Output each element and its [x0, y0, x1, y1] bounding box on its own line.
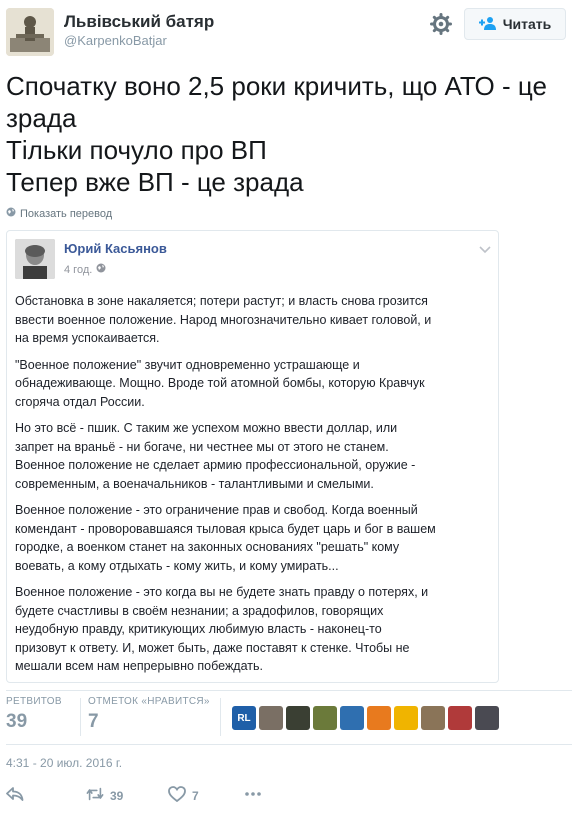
more-button[interactable]	[244, 786, 262, 805]
more-icon	[244, 786, 262, 805]
follow-button[interactable]: Читать	[464, 8, 566, 40]
post-paragraph: Военное положение - это когда вы не буде…	[15, 585, 429, 673]
divider	[6, 744, 572, 745]
globe-icon	[6, 207, 16, 220]
author-handle[interactable]: @KarpenkoBatjar	[64, 33, 167, 48]
stat-separator	[220, 698, 221, 736]
tweet-actions: 39 7	[6, 784, 306, 808]
liker-avatar[interactable]	[394, 706, 418, 730]
reply-icon	[6, 786, 24, 805]
translate-link[interactable]: Показать перевод	[6, 207, 112, 220]
retweets-label: РЕТВИТОВ	[6, 696, 62, 707]
liker-avatars: RL	[232, 706, 499, 730]
tweet-timestamp[interactable]: 4:31 - 20 июл. 2016 г.	[6, 756, 122, 770]
heart-icon	[168, 786, 186, 805]
public-globe-icon	[96, 263, 106, 276]
liker-avatar[interactable]	[259, 706, 283, 730]
likes-stat[interactable]: ОТМЕТОК «НРАВИТСЯ» 7	[88, 696, 210, 733]
liker-avatar[interactable]	[313, 706, 337, 730]
add-user-icon	[478, 16, 497, 33]
tweet-stats: РЕТВИТОВ 39 ОТМЕТОК «НРАВИТСЯ» 7 RL	[6, 696, 572, 740]
tweet-line: зрада	[6, 103, 77, 133]
liker-avatar[interactable]	[367, 706, 391, 730]
post-paragraph: Но это всё - пшик. С таким же успехом мо…	[15, 421, 416, 491]
liker-avatar[interactable]	[286, 706, 310, 730]
liker-avatar[interactable]	[340, 706, 364, 730]
reply-button[interactable]	[6, 786, 24, 805]
author-name[interactable]: Львівський батяр	[64, 12, 214, 32]
follow-label: Читать	[502, 16, 552, 32]
retweet-icon	[86, 786, 104, 805]
translate-label: Показать перевод	[20, 207, 113, 220]
tweet-text: Спочатку воно 2,5 роки кричить, що АТО -…	[6, 70, 572, 198]
retweet-button[interactable]: 39	[86, 786, 123, 805]
like-count: 7	[192, 788, 199, 803]
embedded-post-time: 4 год.	[64, 263, 106, 276]
retweets-stat[interactable]: РЕТВИТОВ 39	[6, 696, 62, 733]
post-paragraph: Военное положение - это ограничение прав…	[15, 503, 436, 573]
post-paragraph: Обстановка в зоне накаляется; потери рас…	[15, 294, 432, 345]
tweet-header: Львівський батяр @KarpenkoBatjar Читать	[0, 0, 578, 60]
liker-avatar[interactable]	[448, 706, 472, 730]
chevron-down-icon[interactable]	[479, 241, 491, 254]
liker-avatar[interactable]: RL	[232, 706, 256, 730]
retweet-count: 39	[110, 788, 124, 803]
embedded-author-avatar[interactable]	[15, 239, 55, 279]
post-paragraph: "Военное положение" звучит одновременно …	[15, 357, 425, 409]
tweet-line: Тепер вже ВП - це зрада	[6, 167, 304, 197]
liker-avatar[interactable]	[421, 706, 445, 730]
tweet-line: Спочатку воно 2,5 роки кричить, що АТО -…	[6, 71, 547, 101]
embedded-post-body: Обстановка в зоне накаляется; потери рас…	[15, 292, 491, 684]
liker-avatar[interactable]	[475, 706, 499, 730]
stat-separator	[80, 698, 81, 736]
divider	[6, 690, 572, 691]
author-avatar[interactable]	[6, 8, 54, 56]
likes-label: ОТМЕТОК «НРАВИТСЯ»	[88, 696, 210, 707]
likes-count: 7	[88, 711, 99, 732]
gear-icon[interactable]	[430, 13, 452, 35]
tweet-line: Тільки почуло про ВП	[6, 135, 267, 165]
like-button[interactable]: 7	[168, 786, 199, 805]
embedded-author-name[interactable]: Юрий Касьянов	[64, 241, 167, 256]
retweets-count: 39	[6, 711, 28, 732]
embedded-facebook-post[interactable]: Юрий Касьянов 4 год. Обстановка в зоне н…	[6, 230, 499, 683]
